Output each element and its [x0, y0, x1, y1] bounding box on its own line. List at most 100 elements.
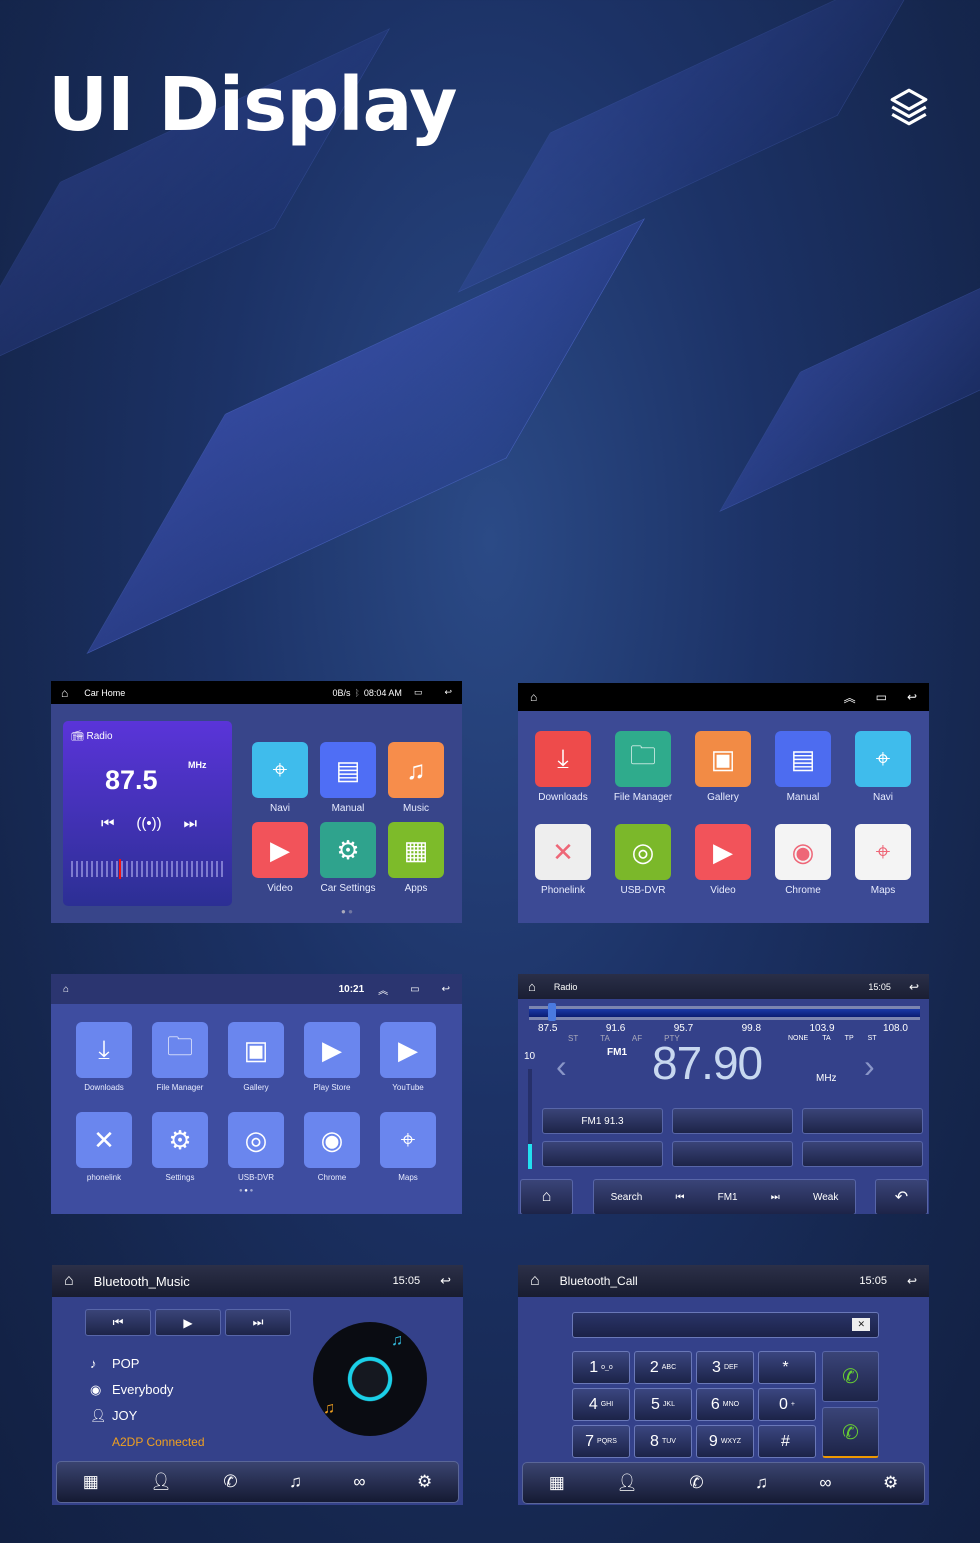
- back-button[interactable]: ↶: [875, 1179, 928, 1214]
- back-icon[interactable]: ↩: [907, 1274, 917, 1288]
- signal-button[interactable]: Weak: [813, 1192, 838, 1203]
- backspace-icon[interactable]: ✕: [852, 1318, 870, 1331]
- dial-key[interactable]: #: [758, 1425, 816, 1458]
- antenna-icon[interactable]: ((•)): [136, 815, 161, 832]
- previous-station-icon[interactable]: ‹: [556, 1048, 567, 1085]
- app-gallery[interactable]: ▣ Gallery: [228, 1022, 284, 1092]
- app-phonelink[interactable]: ✕ Phonelink: [535, 824, 591, 896]
- recent-apps-icon[interactable]: ▭: [410, 984, 419, 995]
- dial-key[interactable]: 0 +: [758, 1388, 816, 1421]
- dial-key[interactable]: 4 GHI: [572, 1388, 630, 1421]
- link-icon[interactable]: ∞: [353, 1472, 365, 1492]
- dial-key[interactable]: 5 JKL: [634, 1388, 692, 1421]
- call-button[interactable]: ✆: [822, 1351, 879, 1402]
- home-icon[interactable]: ⌂: [530, 1272, 540, 1290]
- app-youtube[interactable]: ▶ YouTube: [380, 1022, 436, 1092]
- back-icon[interactable]: ↩: [907, 690, 917, 704]
- radio-label: Radio: [86, 731, 113, 742]
- dialpad-icon[interactable]: ▦: [549, 1473, 565, 1493]
- previous-track-button[interactable]: ⏮: [85, 1309, 151, 1336]
- back-icon[interactable]: ↩: [442, 984, 450, 995]
- number-input[interactable]: ✕: [572, 1312, 879, 1338]
- play-button[interactable]: ▶: [155, 1309, 221, 1336]
- preset-button[interactable]: [802, 1108, 923, 1134]
- previous-icon[interactable]: ⏮: [101, 815, 115, 832]
- scale-tick-label: 95.7: [673, 1023, 694, 1034]
- app-usb-dvr[interactable]: ◎ USB-DVR: [228, 1112, 284, 1182]
- home-icon[interactable]: ⌂: [530, 690, 537, 704]
- next-station-icon[interactable]: ›: [864, 1048, 875, 1085]
- seek-back-icon[interactable]: ⏮: [675, 1192, 684, 1203]
- next-icon[interactable]: ⏭: [183, 815, 197, 832]
- key-letters: +: [790, 1401, 795, 1408]
- tuning-scale[interactable]: [71, 859, 224, 879]
- dial-key[interactable]: *: [758, 1351, 816, 1384]
- tuner-slider[interactable]: [529, 1003, 920, 1021]
- expand-up-icon[interactable]: ︽: [844, 689, 856, 706]
- app-downloads[interactable]: ⤓ Downloads: [76, 1022, 132, 1092]
- seek-forward-icon[interactable]: ⏭: [771, 1192, 780, 1203]
- volume-bar[interactable]: [528, 1069, 532, 1169]
- next-track-button[interactable]: ⏭: [225, 1309, 291, 1336]
- app-chrome[interactable]: ◉ Chrome: [775, 824, 831, 896]
- settings-icon[interactable]: ⚙: [417, 1472, 432, 1492]
- dial-key[interactable]: 7 PQRS: [572, 1425, 630, 1458]
- app-settings[interactable]: ⚙ Settings: [152, 1112, 208, 1182]
- app-music[interactable]: ♫ Music: [388, 742, 444, 814]
- search-button[interactable]: Search: [611, 1192, 643, 1203]
- call-log-icon[interactable]: ✆: [223, 1472, 237, 1492]
- preset-button[interactable]: [542, 1141, 663, 1167]
- recent-apps-icon[interactable]: ▭: [876, 690, 887, 704]
- recent-apps-icon[interactable]: ▭: [414, 687, 423, 698]
- app-manual[interactable]: ▤ Manual: [775, 731, 831, 803]
- app-downloads[interactable]: ⤓ Downloads: [535, 731, 591, 803]
- back-icon[interactable]: ↩: [444, 687, 452, 698]
- app-video[interactable]: ▶ Video: [695, 824, 751, 896]
- app-gallery[interactable]: ▣ Gallery: [695, 731, 751, 803]
- preset-button[interactable]: [802, 1141, 923, 1167]
- band-button[interactable]: FM1: [718, 1192, 738, 1203]
- music-icon[interactable]: ♫: [755, 1473, 768, 1493]
- app-play-store[interactable]: ▶ Play Store: [304, 1022, 360, 1092]
- home-icon[interactable]: ⌂: [64, 1272, 74, 1290]
- dial-key[interactable]: 1 ᴏ_ᴏ: [572, 1351, 630, 1384]
- dial-key[interactable]: 3 DEF: [696, 1351, 754, 1384]
- home-icon[interactable]: ⌂: [528, 979, 536, 994]
- dial-key[interactable]: 2 ABC: [634, 1351, 692, 1384]
- layers-icon[interactable]: [888, 86, 930, 128]
- radio-widget[interactable]: 📻︎ Radio 87.5 MHz ⏮ ((•)) ⏭: [63, 721, 232, 906]
- settings-icon[interactable]: ⚙: [883, 1473, 898, 1493]
- app-maps[interactable]: ⌖ Maps: [380, 1112, 436, 1182]
- app-navi[interactable]: ⌖ Navi: [855, 731, 911, 803]
- home-button[interactable]: ⌂: [520, 1179, 573, 1214]
- preset-button[interactable]: [672, 1108, 793, 1134]
- dialpad-icon[interactable]: ▦: [83, 1472, 99, 1492]
- dial-key[interactable]: 8 TUV: [634, 1425, 692, 1458]
- hangup-button[interactable]: ✆: [822, 1407, 879, 1458]
- app-chrome[interactable]: ◉ Chrome: [304, 1112, 360, 1182]
- back-icon[interactable]: ↩: [440, 1273, 451, 1289]
- app-apps[interactable]: ▦ Apps: [388, 822, 444, 894]
- contacts-icon[interactable]: 👤︎: [616, 1473, 638, 1493]
- app-file-manager[interactable]: 🗀 File Manager: [614, 731, 672, 803]
- back-icon[interactable]: ↩: [909, 980, 919, 994]
- tuner-thumb[interactable]: [548, 1003, 556, 1021]
- contacts-icon[interactable]: 👤︎: [150, 1472, 172, 1492]
- call-log-icon[interactable]: ✆: [689, 1473, 703, 1493]
- dial-key[interactable]: 6 MNO: [696, 1388, 754, 1421]
- app-maps[interactable]: ⌖ Maps: [855, 824, 911, 896]
- home-icon[interactable]: ⌂: [61, 686, 68, 700]
- key-letters: MNO: [722, 1401, 740, 1408]
- preset-button[interactable]: [672, 1141, 793, 1167]
- link-icon[interactable]: ∞: [819, 1473, 831, 1493]
- app-file-manager[interactable]: 🗀 File Manager: [152, 1022, 208, 1092]
- dial-key[interactable]: 9 WXYZ: [696, 1425, 754, 1458]
- page-indicator: ● ●: [341, 907, 353, 916]
- home-icon[interactable]: ⌂: [63, 984, 69, 995]
- key-digit: 4: [588, 1395, 598, 1413]
- expand-up-icon[interactable]: ︽: [378, 982, 388, 997]
- app-usb-dvr[interactable]: ◎ USB-DVR: [615, 824, 671, 896]
- music-icon[interactable]: ♫: [289, 1472, 302, 1492]
- preset-button[interactable]: FM1 91.3: [542, 1108, 663, 1134]
- app-phonelink[interactable]: ✕ phonelink: [76, 1112, 132, 1182]
